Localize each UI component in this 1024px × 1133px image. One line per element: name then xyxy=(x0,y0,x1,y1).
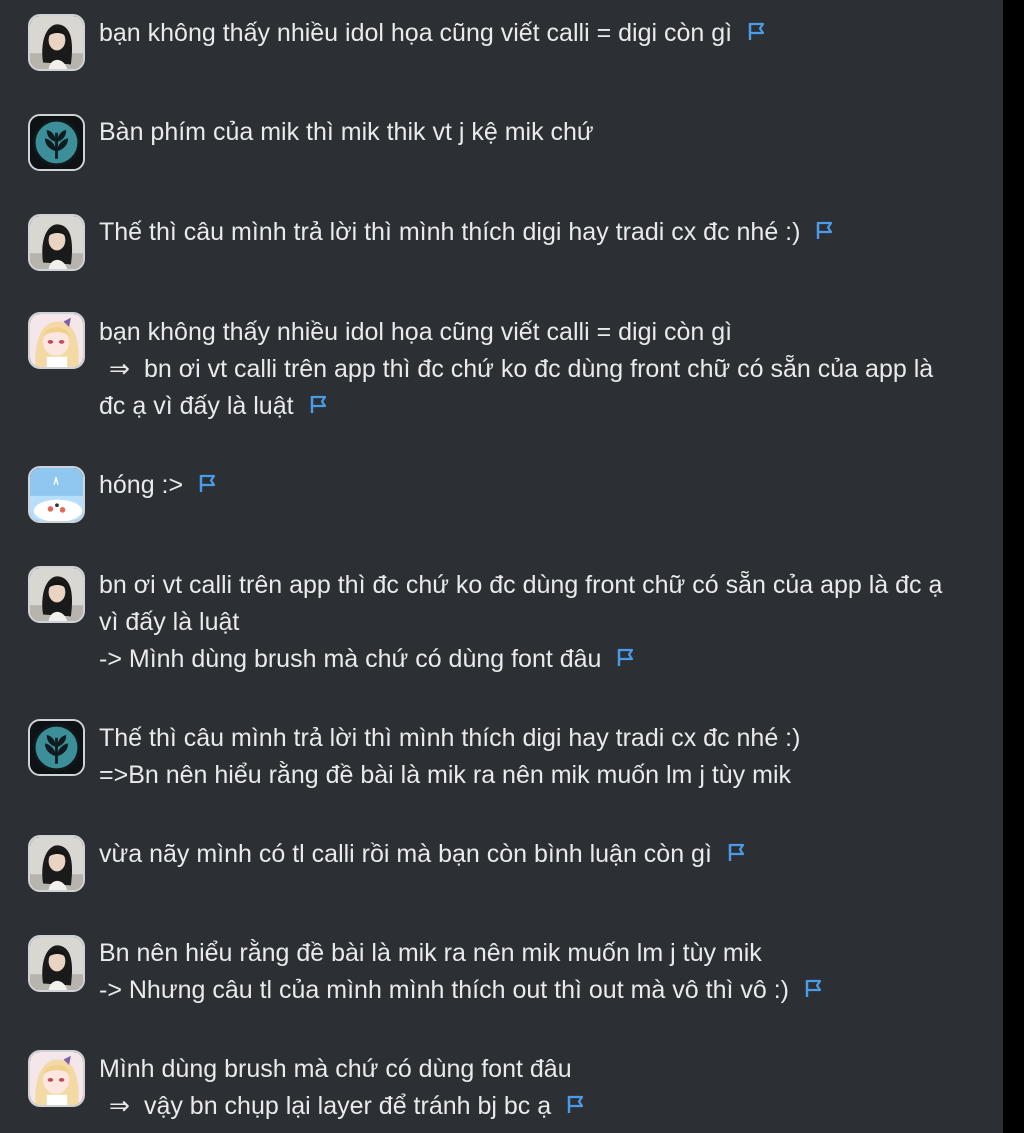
comment-thread: bạn không thấy nhiều idol họa cũng viết … xyxy=(0,0,1003,1133)
comment-line: vì đấy là luật xyxy=(99,604,1003,641)
comment-line: Mình dùng brush mà chứ có dùng font đâu xyxy=(99,1051,1003,1088)
comment-line: bạn không thấy nhiều idol họa cũng viết … xyxy=(99,314,1003,351)
comment-line: bn ơi vt calli trên app thì đc chứ ko đc… xyxy=(99,567,1003,604)
comment-line-text: bn ơi vt calli trên app thì đc chứ ko đc… xyxy=(99,571,943,599)
comment-line-text: vừa nãy mình có tl calli rồi mà bạn còn … xyxy=(99,840,712,868)
comment-line-text: Bn nên hiểu rằng đề bài là mik ra nên mi… xyxy=(99,939,762,967)
comment-line-text: đc ạ vì đấy là luật xyxy=(99,392,294,420)
comment-line-text: -> Nhưng câu tl của mình mình thích out … xyxy=(99,976,789,1004)
avatar[interactable] xyxy=(28,719,85,776)
comment-line: ⇒ vậy bn chụp lại layer để tránh bj bc ạ xyxy=(99,1088,1003,1125)
comment-text: Thế thì câu mình trả lời thì mình thích … xyxy=(99,214,1003,251)
comment-line: đc ạ vì đấy là luật xyxy=(99,388,1003,425)
avatar[interactable] xyxy=(28,114,85,171)
comment-line: -> Nhưng câu tl của mình mình thích out … xyxy=(99,972,1003,1009)
comment-text: Mình dùng brush mà chứ có dùng font đâu ⇒… xyxy=(99,1051,1003,1125)
comment-line: ⇒ bn ơi vt calli trên app thì đc chứ ko đ… xyxy=(99,351,1003,388)
comment-text: Bn nên hiểu rằng đề bài là mik ra nên mi… xyxy=(99,935,1003,1009)
report-flag-icon[interactable] xyxy=(803,978,823,998)
report-flag-icon[interactable] xyxy=(308,394,328,414)
avatar[interactable] xyxy=(28,935,85,992)
comment-text: hóng :> xyxy=(99,467,1003,504)
comment-line: Bn nên hiểu rằng đề bài là mik ra nên mi… xyxy=(99,935,1003,972)
comment-line-text: hóng :> xyxy=(99,471,184,499)
comment-line: -> Mình dùng brush mà chứ có dùng font đ… xyxy=(99,641,1003,678)
avatar[interactable] xyxy=(28,312,85,369)
comment-line: hóng :> xyxy=(99,467,1003,504)
reply-arrow-icon: ⇒ xyxy=(109,1092,130,1120)
comment-line-text: vì đấy là luật xyxy=(99,608,240,636)
comment-line-text: bạn không thấy nhiều idol họa cũng viết … xyxy=(99,318,733,346)
comment-line-text: =>Bn nên hiểu rằng đề bài là mik ra nên … xyxy=(99,761,792,789)
avatar[interactable] xyxy=(28,214,85,271)
avatar[interactable] xyxy=(28,835,85,892)
comment-text: bạn không thấy nhiều idol họa cũng viết … xyxy=(99,15,1003,52)
comment-line-text: -> Mình dùng brush mà chứ có dùng font đ… xyxy=(99,645,602,673)
reply-arrow-icon: ⇒ xyxy=(109,355,130,383)
report-flag-icon[interactable] xyxy=(814,220,834,240)
comment-line: vừa nãy mình có tl calli rồi mà bạn còn … xyxy=(99,836,1003,873)
avatar[interactable] xyxy=(28,1050,85,1107)
comment-line: bạn không thấy nhiều idol họa cũng viết … xyxy=(99,15,1003,52)
avatar[interactable] xyxy=(28,566,85,623)
report-flag-icon[interactable] xyxy=(615,647,635,667)
comment-text: vừa nãy mình có tl calli rồi mà bạn còn … xyxy=(99,836,1003,873)
comment-line-text: Thế thì câu mình trả lời thì mình thích … xyxy=(99,724,801,752)
comment-line: =>Bn nên hiểu rằng đề bài là mik ra nên … xyxy=(99,757,1003,794)
avatar[interactable] xyxy=(28,466,85,523)
comment-line-text: bạn không thấy nhiều idol họa cũng viết … xyxy=(99,19,733,47)
report-flag-icon[interactable] xyxy=(746,21,766,41)
comment-text: bn ơi vt calli trên app thì đc chứ ko đc… xyxy=(99,567,1003,678)
report-flag-icon[interactable] xyxy=(565,1094,585,1114)
comment-line-text: bn ơi vt calli trên app thì đc chứ ko đc… xyxy=(143,355,934,383)
avatar[interactable] xyxy=(28,14,85,71)
comment-line: Thế thì câu mình trả lời thì mình thích … xyxy=(99,720,1003,757)
comment-line-text: Bàn phím của mik thì mik thik vt j kệ mi… xyxy=(99,118,594,146)
comment-text: Thế thì câu mình trả lời thì mình thích … xyxy=(99,720,1003,794)
comment-text: Bàn phím của mik thì mik thik vt j kệ mi… xyxy=(99,114,1003,151)
comment-line-text: Thế thì câu mình trả lời thì mình thích … xyxy=(99,218,801,246)
comment-line-text: Mình dùng brush mà chứ có dùng font đâu xyxy=(99,1055,572,1083)
comment-line: Bàn phím của mik thì mik thik vt j kệ mi… xyxy=(99,114,1003,151)
comment-line: Thế thì câu mình trả lời thì mình thích … xyxy=(99,214,1003,251)
report-flag-icon[interactable] xyxy=(197,473,217,493)
comment-line-text: vậy bn chụp lại layer để tránh bj bc ạ xyxy=(143,1092,552,1120)
comment-text: bạn không thấy nhiều idol họa cũng viết … xyxy=(99,314,1003,425)
report-flag-icon[interactable] xyxy=(726,842,746,862)
